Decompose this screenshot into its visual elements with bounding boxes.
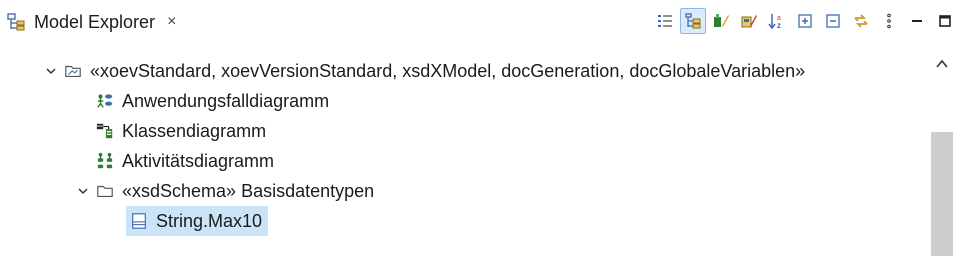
tree-view-icon[interactable] bbox=[680, 8, 706, 34]
tree-item-label: String.Max10 bbox=[156, 210, 263, 231]
class-icon bbox=[128, 210, 150, 232]
chevron-down-icon[interactable] bbox=[72, 180, 94, 202]
model-explorer-icon bbox=[6, 11, 28, 33]
chevron-down-icon[interactable] bbox=[40, 60, 62, 82]
link-with-editor-icon[interactable] bbox=[848, 8, 874, 34]
maximize-icon[interactable] bbox=[932, 8, 958, 34]
model-package-icon bbox=[62, 60, 84, 82]
scrollbar-thumb[interactable] bbox=[931, 132, 953, 256]
tree-item-use-case-diagram[interactable]: Anwendungsfalldiagramm bbox=[72, 86, 335, 116]
list-view-icon[interactable] bbox=[652, 8, 678, 34]
activity-diagram-icon bbox=[94, 150, 116, 172]
tree-item-class-diagram[interactable]: Klassendiagramm bbox=[72, 116, 272, 146]
tree-item-label: «xoevStandard, xoevVersionStandard, xsdX… bbox=[90, 60, 806, 81]
svg-text:z: z bbox=[777, 21, 781, 30]
folder-icon bbox=[94, 180, 116, 202]
scroll-up-arrow-icon[interactable] bbox=[932, 54, 952, 74]
collapse-all-icon[interactable] bbox=[820, 8, 846, 34]
tree-item-xsd-schema[interactable]: «xsdSchema» Basisdatentypen bbox=[72, 176, 380, 206]
tree-item-label: Anwendungsfalldiagramm bbox=[122, 90, 330, 111]
view-menu-icon[interactable] bbox=[876, 8, 902, 34]
model-tree[interactable]: «xoevStandard, xoevVersionStandard, xsdX… bbox=[0, 52, 930, 256]
package-filter-icon[interactable] bbox=[736, 8, 762, 34]
tree-item-activity-diagram[interactable]: Aktivitätsdiagramm bbox=[72, 146, 280, 176]
model-explorer-view: Model Explorer × az «xoevStandard, xoevV… bbox=[0, 0, 976, 256]
class-diagram-icon bbox=[94, 120, 116, 142]
close-icon[interactable]: × bbox=[167, 13, 176, 31]
tree-item-model[interactable]: «xoevStandard, xoevVersionStandard, xsdX… bbox=[40, 56, 811, 86]
model-explorer-tab[interactable]: Model Explorer × bbox=[6, 6, 176, 38]
tree-item-string-max10[interactable]: String.Max10 bbox=[104, 206, 269, 236]
use-case-diagram-icon bbox=[94, 90, 116, 112]
tree-item-label: Klassendiagramm bbox=[122, 120, 267, 141]
diagram-filter-icon[interactable] bbox=[708, 8, 734, 34]
tree-item-label: «xsdSchema» Basisdatentypen bbox=[122, 180, 375, 201]
minimize-icon[interactable] bbox=[904, 8, 930, 34]
expand-all-icon[interactable] bbox=[792, 8, 818, 34]
sort-alphabetically-icon[interactable]: az bbox=[764, 8, 790, 34]
tab-title: Model Explorer bbox=[34, 11, 156, 32]
view-tab-bar: Model Explorer × az bbox=[0, 0, 976, 44]
vertical-scrollbar[interactable] bbox=[930, 52, 954, 256]
view-toolbar: az bbox=[652, 8, 958, 34]
tree-item-label: Aktivitätsdiagramm bbox=[122, 150, 275, 171]
